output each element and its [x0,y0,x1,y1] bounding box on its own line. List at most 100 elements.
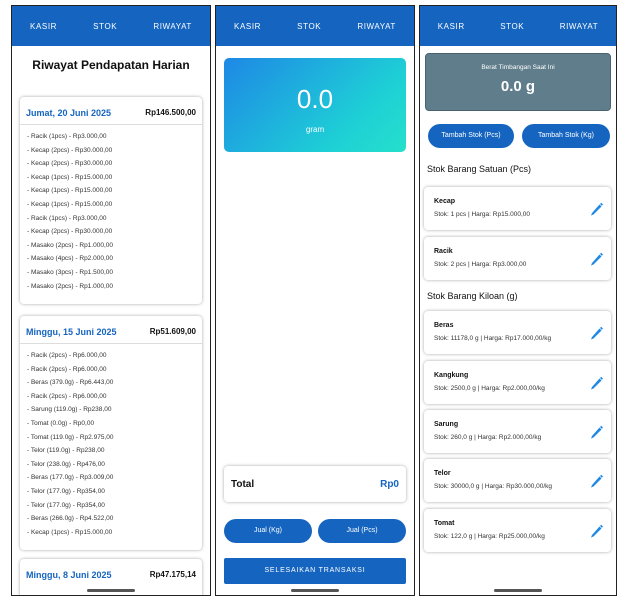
weight-value: 0.0 g [500,78,536,95]
scale-display: 0.0 gram [224,58,406,152]
day-total: Rp47.175,14 [149,570,196,579]
add-stock-kg-button[interactable]: Tambah Stok (Kg) [522,124,610,148]
total-label: Total [231,479,255,490]
day-date: Minggu, 8 Juni 2025 [26,570,112,580]
scale-unit: gram [305,125,325,134]
day-date: Jumat, 20 Juni 2025 [26,108,112,118]
tab-stok[interactable]: STOK [500,22,524,31]
day-date: Minggu, 15 Juni 2025 [26,327,117,337]
stock-item-card: Beras Stok: 11178,0 g | Harga: Rp17.000,… [424,311,611,354]
weight-display: Berat Timbangan Saat Ini 0.0 g [425,53,611,111]
stok-screen: KASIR STOK RIWAYAT Berat Timbangan Saat … [419,5,617,596]
tab-stok[interactable]: STOK [297,22,321,31]
tab-kasir[interactable]: KASIR [30,22,57,31]
stock-item-card: Telor Stok: 30000,0 g | Harga: Rp30.000,… [424,459,611,502]
weight-label: Berat Timbangan Saat Ini [481,64,555,71]
transaction-item: - Racik (1pcs) - Rp3.000,00 [27,214,107,222]
transaction-item: - Kecap (2pcs) - Rp30.000,00 [27,146,113,154]
kasir-screen: KASIR STOK RIWAYAT 0.0 gram Total Rp0 Ju… [215,5,415,596]
edit-pencil-icon[interactable] [589,324,603,340]
item-info: Stok: 11178,0 g | Harga: Rp17.000,00/kg [434,335,552,342]
transaction-item: - Racik (1pcs) - Rp3.000,00 [27,133,107,140]
transaction-item: - Telor (119.0g) - Rp238,00 [27,447,105,455]
total-card: Total Rp0 [224,466,406,502]
item-info: Stok: 1 pcs | Harga: Rp15.000,00 [434,211,530,218]
transaction-item: - Beras (379.0g) - Rp6.443,00 [27,379,114,387]
item-info: Stok: 260,0 g | Harga: Rp2.000,00/kg [434,434,542,441]
transaction-item: - Sarung (119.0g) - Rp238,00 [27,406,112,414]
top-nav: KASIR STOK RIWAYAT [12,6,210,46]
transaction-item: - Kecap (1pcs) - Rp15.000,00 [27,187,113,195]
edit-pencil-icon[interactable] [589,250,603,266]
transaction-item: - Racik (2pcs) - Rp6.000,00 [27,365,107,373]
divider [20,343,202,344]
tab-riwayat[interactable]: RIWAYAT [357,22,396,31]
item-name: Kangkung [434,372,469,379]
section-title-kg: Stok Barang Kiloan (g) [427,291,518,301]
transaction-item: - Telor (238.0g) - Rp476,00 [27,460,105,468]
page-title: Riwayat Pendapatan Harian [32,58,190,72]
edit-pencil-icon[interactable] [589,472,603,488]
day-total: Rp51.609,00 [149,327,196,336]
item-name: Tomat [434,520,455,527]
finish-transaction-button[interactable]: SELESAIKAN TRANSAKSI [224,558,406,584]
transaction-item: - Masako (4pcs) - Rp2.000,00 [27,255,113,263]
transaction-item: - Kecap (2pcs) - Rp30.000,00 [27,160,113,168]
transaction-item: - Telor (177.0g) - Rp354,00 [27,487,105,495]
transaction-item: - Tomat (0.0g) - Rp0,00 [27,419,95,427]
transaction-list: - Racik (2pcs) - Rp6.000,00 - Racik (2pcs… [27,349,198,539]
item-name: Racik [434,248,453,255]
top-nav: KASIR STOK RIWAYAT [420,6,616,46]
tab-riwayat[interactable]: RIWAYAT [560,22,599,31]
stock-item-card: Kangkung Stok: 2500,0 g | Harga: Rp2.000… [424,361,611,404]
day-total: Rp146.500,00 [145,108,196,117]
tab-kasir[interactable]: KASIR [234,22,261,31]
transaction-item: - Racik (2pcs) - Rp6.000,00 [27,392,107,400]
day-card: Jumat, 20 Juni 2025 Rp146.500,00 - Racik… [20,97,202,304]
transaction-item: - Masako (2pcs) - Rp1.000,00 [27,241,113,249]
item-info: Stok: 2 pcs | Harga: Rp3.000,00 [434,261,527,268]
item-name: Telor [434,470,451,477]
transaction-item: - Kecap (2pcs) - Rp30.000,00 [27,228,113,236]
riwayat-screen: KASIR STOK RIWAYAT Riwayat Pendapatan Ha… [11,5,211,596]
transaction-item: - Telor (177.0g) - Rp354,00 [27,501,105,509]
total-value: Rp0 [380,479,399,490]
item-name: Kecap [434,198,456,205]
section-title-pcs: Stok Barang Satuan (Pcs) [427,164,532,174]
transaction-item: - Kecap (1pcs) - Rp15.000,00 [27,173,113,181]
jual-kg-button[interactable]: Jual (Kg) [224,519,312,543]
home-indicator [291,589,339,592]
edit-pencil-icon[interactable] [589,423,603,439]
edit-pencil-icon[interactable] [589,200,603,216]
stock-item-card: Sarung Stok: 260,0 g | Harga: Rp2.000,00… [424,410,611,453]
transaction-item: - Kecap (1pcs) - Rp15.000,00 [27,200,113,208]
tab-riwayat[interactable]: RIWAYAT [153,22,192,31]
item-info: Stok: 122,0 g | Harga: Rp25.000,00/kg [434,533,545,540]
day-card: Minggu, 15 Juni 2025 Rp51.609,00 - Racik… [20,316,202,550]
edit-pencil-icon[interactable] [589,522,603,538]
transaction-item: - Masako (2pcs) - Rp1.000,00 [27,282,113,290]
transaction-item: - Kecap (1pcs) - Rp15.000,00 [27,528,113,536]
stock-item-card: Racik Stok: 2 pcs | Harga: Rp3.000,00 [424,237,611,280]
home-indicator [87,589,135,592]
transaction-item: - Tomat (119.0g) - Rp2.975,00 [27,433,114,441]
add-stock-pcs-button[interactable]: Tambah Stok (Pcs) [428,124,514,148]
item-name: Sarung [434,421,459,428]
transaction-item: - Racik (2pcs) - Rp6.000,00 [27,352,107,359]
transaction-item: - Masako (3pcs) - Rp1.500,00 [27,268,113,276]
transaction-item: - Beras (266.0g) - Rp4.522,00 [27,515,114,523]
transaction-item: - Beras (177.0g) - Rp3.009,00 [27,474,114,482]
scale-value: 0.0 [296,84,334,114]
transaction-list: - Racik (1pcs) - Rp3.000,00 - Kecap (2pcs… [27,130,198,293]
stock-item-card: Kecap Stok: 1 pcs | Harga: Rp15.000,00 [424,187,611,230]
home-indicator [494,589,542,592]
stock-item-card: Tomat Stok: 122,0 g | Harga: Rp25.000,00… [424,509,611,552]
tab-stok[interactable]: STOK [93,22,117,31]
item-info: Stok: 30000,0 g | Harga: Rp30.000,00/kg [434,483,553,490]
item-info: Stok: 2500,0 g | Harga: Rp2.000,00/kg [434,385,545,392]
jual-pcs-button[interactable]: Jual (Pcs) [318,519,406,543]
edit-pencil-icon[interactable] [589,374,603,390]
tab-kasir[interactable]: KASIR [438,22,465,31]
item-name: Beras [434,322,454,329]
divider [20,124,202,125]
